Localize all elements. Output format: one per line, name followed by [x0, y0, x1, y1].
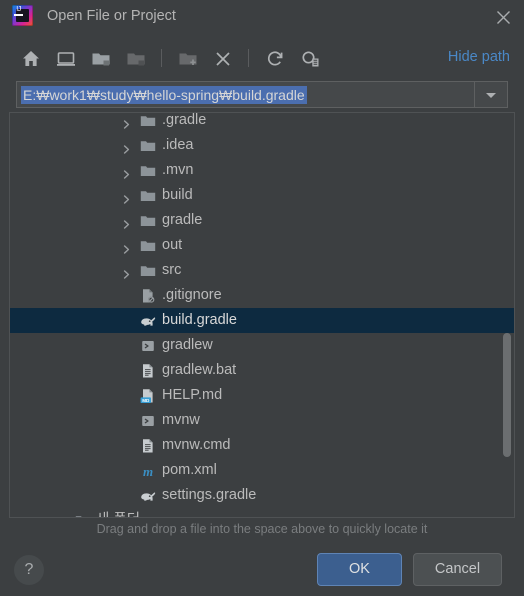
tree-row-label: settings.gradle [162, 487, 257, 503]
chevron-right-icon[interactable] [122, 191, 131, 204]
chevron-right-icon[interactable] [122, 116, 131, 129]
file-tree-panel: .gradle .idea .mvn build gradle out src .gitign… [9, 112, 515, 518]
chevron-down-icon [486, 93, 496, 98]
text-file-icon [140, 363, 156, 379]
toolbar-separator [161, 49, 162, 67]
logo-text: IJ [16, 6, 21, 13]
tree-row-label: out [162, 237, 183, 253]
vertical-scrollbar[interactable] [500, 114, 513, 517]
tree-row[interactable]: settings.gradle [10, 483, 514, 508]
folder-icon [75, 513, 91, 517]
path-input[interactable]: E:₩work1₩study₩hello-spring₩build.gradle [16, 81, 474, 108]
help-button[interactable]: ? [14, 555, 44, 585]
tree-row[interactable]: .gitignore [10, 283, 514, 308]
path-dropdown-button[interactable] [474, 81, 508, 108]
tree-row-label: gradlew.bat [162, 362, 237, 378]
gradle-icon [140, 488, 156, 504]
toolbar-separator [248, 49, 249, 67]
toolbar: Hide path [0, 40, 524, 78]
tree-row[interactable]: .idea [10, 133, 514, 158]
tree-row[interactable]: gradle [10, 208, 514, 233]
tree-row[interactable]: .mvn [10, 158, 514, 183]
ok-button[interactable]: OK [317, 553, 402, 586]
tree-row[interactable]: gradlew [10, 333, 514, 358]
show-hidden-icon[interactable] [295, 43, 325, 73]
refresh-icon[interactable] [260, 43, 290, 73]
folder-icon [140, 263, 156, 279]
drag-drop-hint: Drag and drop a file into the space abov… [96, 522, 428, 536]
tree-row-label: .mvn [162, 162, 194, 178]
tree-row-label: gradle [162, 212, 203, 228]
chevron-right-icon[interactable] [122, 216, 131, 229]
tree-row-label: build.gradle [162, 312, 237, 328]
tree-row-label: mvnw [162, 412, 200, 428]
markdown-file-icon: MD [140, 388, 156, 404]
home-icon[interactable] [16, 43, 46, 73]
svg-text:m: m [143, 464, 153, 479]
tree-row[interactable]: build.gradle [10, 308, 514, 333]
tree-row[interactable]: m pom.xml [10, 458, 514, 483]
hide-path-link[interactable]: Hide path [448, 49, 510, 65]
tree-row[interactable]: gradlew.bat [10, 358, 514, 383]
project-folder-icon[interactable] [86, 43, 116, 73]
scrollbar-thumb[interactable] [503, 333, 511, 457]
tree-row[interactable]: mvnw [10, 408, 514, 433]
folder-icon [140, 238, 156, 254]
svg-text:MD: MD [142, 398, 150, 403]
chevron-right-icon[interactable] [122, 266, 131, 279]
shell-script-icon [140, 413, 156, 429]
chevron-right-icon[interactable] [56, 516, 65, 517]
tree-row-label: mvnw.cmd [162, 437, 231, 453]
tree-row-label: .gitignore [162, 287, 222, 303]
cancel-button[interactable]: Cancel [413, 553, 502, 586]
new-folder-icon [173, 43, 203, 73]
tree-row[interactable]: .gradle [10, 113, 514, 133]
desktop-icon[interactable] [51, 43, 81, 73]
chevron-right-icon[interactable] [122, 166, 131, 179]
path-input-value: E:₩work1₩study₩hello-spring₩build.gradle [21, 86, 307, 104]
dialog-title: Open File or Project [47, 8, 176, 24]
tree-row-label: src [162, 262, 182, 278]
close-icon[interactable] [488, 3, 518, 30]
tree-row-label: gradlew [162, 337, 213, 353]
folder-icon [140, 188, 156, 204]
folder-icon [140, 213, 156, 229]
folder-icon [140, 163, 156, 179]
tree-row-label: .gradle [162, 113, 207, 128]
tree-row[interactable]: build [10, 183, 514, 208]
open-file-or-project-dialog: IJ Open File or Project Hide path E:₩wor… [0, 0, 524, 596]
text-file-icon [140, 438, 156, 454]
module-folder-icon [121, 43, 151, 73]
shell-script-icon [140, 338, 156, 354]
chevron-right-icon[interactable] [122, 141, 131, 154]
maven-icon: m [140, 463, 156, 479]
chevron-right-icon[interactable] [122, 241, 131, 254]
file-tree-list: .gradle .idea .mvn build gradle out src .gitign… [10, 113, 514, 517]
tree-row-label: build [162, 187, 193, 203]
tree-row[interactable]: 새 폴더 [10, 508, 514, 517]
tree-row[interactable]: MD HELP.md [10, 383, 514, 408]
tree-row-label: 새 폴더 [96, 511, 140, 517]
tree-row[interactable]: mvnw.cmd [10, 433, 514, 458]
path-field-row: E:₩work1₩study₩hello-spring₩build.gradle [16, 81, 508, 108]
tree-row[interactable]: out [10, 233, 514, 258]
title-bar: IJ Open File or Project [0, 0, 524, 33]
help-label: ? [24, 561, 34, 578]
tree-row[interactable]: src [10, 258, 514, 283]
ignored-file-icon [140, 288, 156, 304]
file-tree-viewport: .gradle .idea .mvn build gradle out src .gitign… [10, 113, 514, 517]
tree-row-label: HELP.md [162, 387, 223, 403]
tree-row-label: pom.xml [162, 462, 217, 478]
intellij-idea-logo-icon: IJ [12, 5, 33, 26]
gradle-icon [140, 313, 156, 329]
folder-icon [140, 113, 156, 129]
tree-row-label: .idea [162, 137, 194, 153]
folder-icon [140, 138, 156, 154]
delete-icon[interactable] [208, 43, 238, 73]
